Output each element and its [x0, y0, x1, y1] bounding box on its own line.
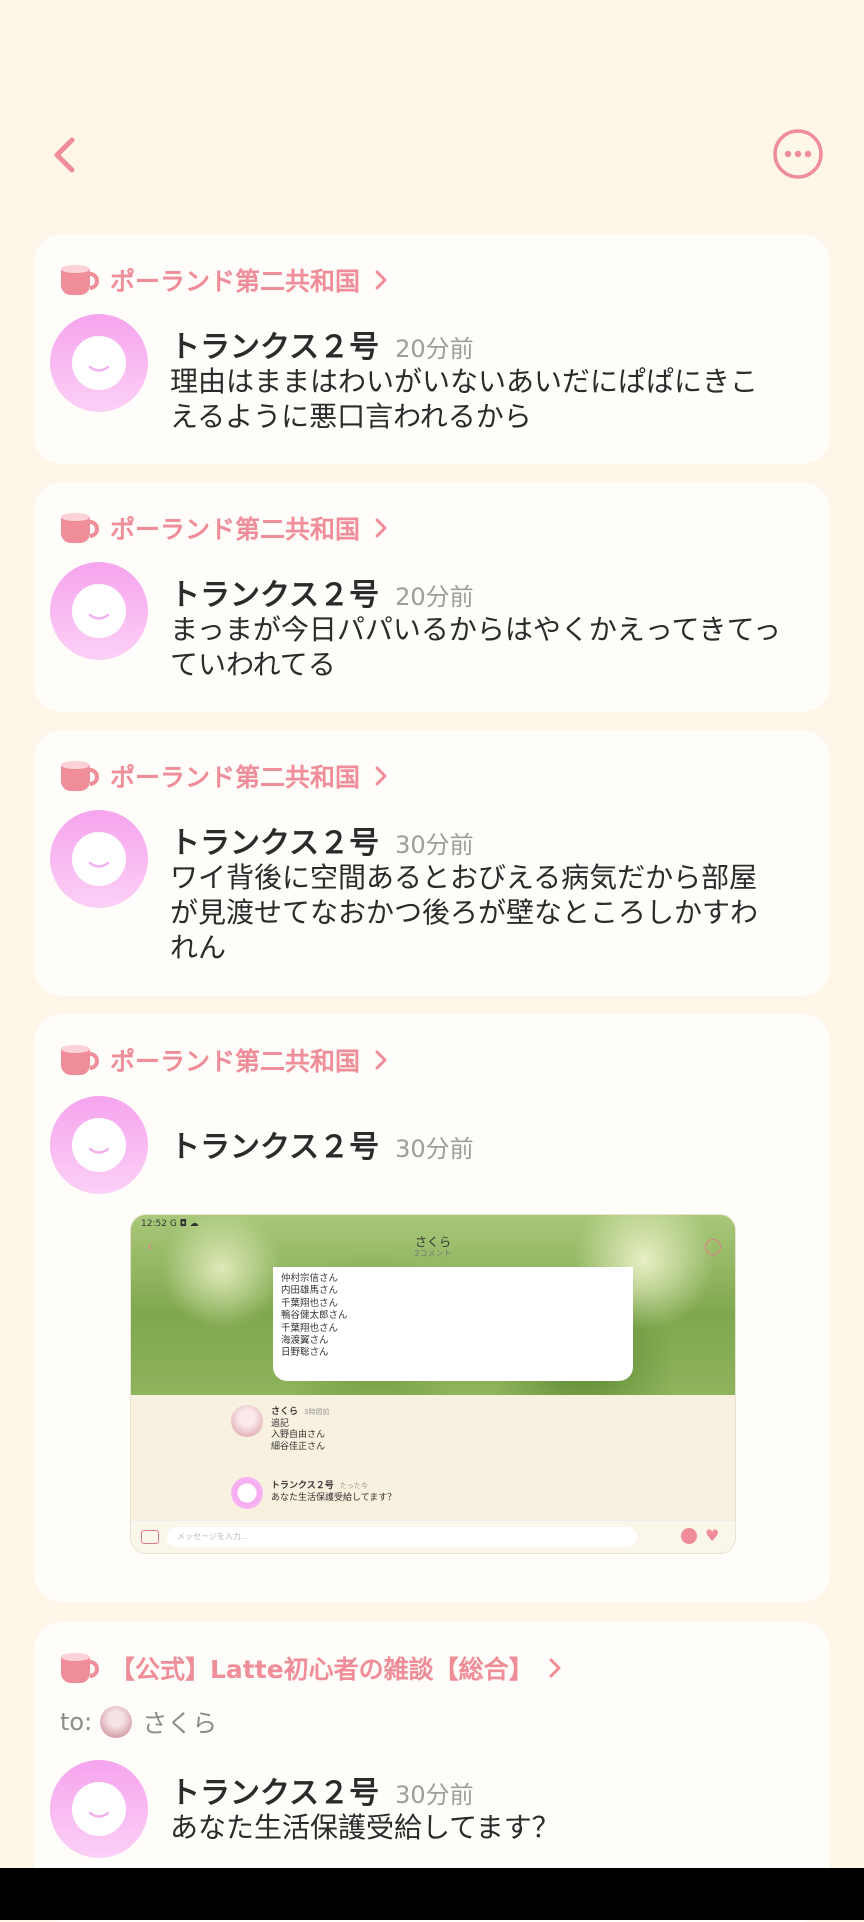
group-link[interactable]: ポーランド第二共和国 [58, 508, 388, 548]
group-name: ポーランド第二共和国 [110, 1047, 361, 1076]
group-link[interactable]: 【公式】Latte初心者の雑談【総合】 [58, 1648, 562, 1688]
to-label: to: [60, 1708, 93, 1736]
back-arrow-icon[interactable] [42, 130, 92, 180]
post-text: ワイ背後に空間あるとおびえる病気だから部屋 が見渡せてなおかつ後ろが壁なところし… [170, 861, 759, 964]
cup-icon [61, 1045, 99, 1075]
more-options-icon[interactable] [772, 128, 824, 180]
avatar[interactable] [50, 810, 148, 908]
author-name[interactable]: トランクス２号 [170, 322, 379, 366]
cup-icon [61, 513, 99, 543]
author-line: トランクス２号 30分前 [170, 1768, 474, 1812]
chevron-right-icon [375, 270, 387, 290]
screenshot-stamp-icon [681, 1528, 697, 1544]
screenshot-names-panel: 仲村宗信さん 内田雄馬さん 千葉翔也さん 鴨谷健太郎さん 千葉翔也さん 海渡翼さ… [273, 1267, 633, 1381]
cup-icon [61, 761, 99, 791]
to-name[interactable]: さくら [142, 1704, 217, 1740]
group-link[interactable]: ポーランド第二共和国 [58, 756, 388, 796]
avatar[interactable] [50, 314, 148, 412]
top-bar [0, 120, 864, 190]
screenshot-subtitle: 2コメント [414, 1249, 452, 1258]
system-navigation-bar [0, 1868, 864, 1920]
author-line: トランクス２号 20分前 [170, 322, 474, 366]
cup-icon [61, 265, 99, 295]
post-card[interactable]: ポーランド第二共和国 トランクス２号 30分前 12:52 G ◘ ☁ ‹ さく… [34, 1014, 830, 1602]
author-name[interactable]: トランクス２号 [170, 818, 379, 862]
reply-to: to: さくら [60, 1704, 217, 1740]
screenshot-more-icon [705, 1239, 721, 1255]
avatar[interactable] [50, 1760, 148, 1858]
screenshot-avatar [231, 1405, 263, 1437]
post-text: あなた生活保護受給してます？ [170, 1811, 560, 1844]
screenshot-avatar [231, 1477, 263, 1509]
screenshot-comment: トランクス２号 たった今 あなた生活保護受給してます？ [271, 1481, 397, 1503]
chevron-right-icon [549, 1658, 561, 1678]
author-name[interactable]: トランクス２号 [170, 1122, 379, 1166]
group-name: ポーランド第二共和国 [110, 515, 361, 544]
post-time: 20分前 [395, 583, 474, 611]
post-time: 30分前 [395, 1781, 474, 1809]
group-name: ポーランド第二共和国 [110, 763, 361, 792]
chevron-right-icon [375, 518, 387, 538]
post-card[interactable]: ポーランド第二共和国 トランクス２号 20分前 理由はままはわいがいないあいだに… [34, 234, 830, 464]
author-line: トランクス２号 30分前 [170, 1122, 474, 1166]
screenshot-heart-icon: ♥ [705, 1526, 720, 1545]
post-time: 20分前 [395, 335, 474, 363]
chevron-right-icon [375, 1050, 387, 1070]
attached-screenshot[interactable]: 12:52 G ◘ ☁ ‹ さくら 2コメント 仲村宗信さん 内田雄馬さん 千葉… [130, 1214, 736, 1554]
avatar[interactable] [50, 1096, 148, 1194]
screenshot-message-input: メッセージを入力... [167, 1527, 637, 1547]
post-text: まっまが今日パパいるからはやくかえってきてっ ていわれてる [170, 613, 781, 681]
to-avatar[interactable] [100, 1706, 133, 1738]
author-line: トランクス２号 30分前 [170, 818, 474, 862]
screenshot-image-icon [141, 1530, 159, 1544]
screenshot-comment: さくら 3時間前 追記 入野自由さん 細谷佳正さん [271, 1407, 330, 1452]
post-time: 30分前 [395, 831, 474, 859]
group-name: ポーランド第二共和国 [110, 267, 361, 296]
chevron-right-icon [375, 766, 387, 786]
post-time: 30分前 [395, 1135, 474, 1163]
group-name: 【公式】Latte初心者の雑談【総合】 [110, 1655, 534, 1684]
group-link[interactable]: ポーランド第二共和国 [58, 1040, 388, 1080]
author-name[interactable]: トランクス２号 [170, 1768, 379, 1812]
post-card[interactable]: ポーランド第二共和国 トランクス２号 20分前 まっまが今日パパいるからはやくか… [34, 482, 830, 712]
post-card[interactable]: ポーランド第二共和国 トランクス２号 30分前 ワイ背後に空間あるとおびえる病気… [34, 730, 830, 996]
screenshot-names-list: 仲村宗信さん 内田雄馬さん 千葉翔也さん 鴨谷健太郎さん 千葉翔也さん 海渡翼さ… [281, 1273, 348, 1359]
screenshot-input-bar: メッセージを入力... ♥ [131, 1520, 735, 1553]
group-link[interactable]: ポーランド第二共和国 [58, 260, 388, 300]
cup-icon [61, 1653, 99, 1683]
avatar[interactable] [50, 562, 148, 660]
post-text: 理由はままはわいがいないあいだにぱぱにきこ えるように悪口言われるから [170, 365, 759, 433]
screenshot-status-bar: 12:52 G ◘ ☁ [141, 1219, 199, 1229]
author-line: トランクス２号 20分前 [170, 570, 474, 614]
author-name[interactable]: トランクス２号 [170, 570, 379, 614]
